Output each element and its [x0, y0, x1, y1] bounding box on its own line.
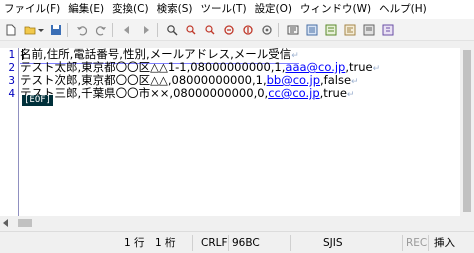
menu-search[interactable]: 検索(S)	[153, 0, 197, 19]
email-link[interactable]: cc@co.jp	[268, 86, 319, 100]
email-link[interactable]: aaa@co.jp	[285, 60, 345, 74]
open-folder-icon[interactable]	[23, 23, 37, 37]
newline-mark-icon: ↵	[346, 90, 355, 100]
newline-mark-icon: ↵	[351, 77, 359, 87]
redo-icon[interactable]	[94, 23, 108, 37]
line-text: テスト次郎,東京都〇〇区△△,08000000000,1,	[20, 73, 267, 87]
horizontal-scroll-thumb[interactable]	[18, 219, 32, 227]
status-divider	[428, 235, 429, 251]
line-number: 1	[8, 48, 15, 61]
undo-icon[interactable]	[75, 23, 89, 37]
line-tail: ,true	[345, 60, 373, 74]
open-dropdown-icon[interactable]	[38, 23, 44, 37]
line-text: テスト三郎,千葉県〇〇市××,08000000000,0,	[20, 86, 269, 100]
help-icon[interactable]	[381, 23, 395, 37]
horizontal-scrollbar[interactable]	[0, 216, 474, 230]
back-icon[interactable]	[120, 23, 134, 37]
menu-settings[interactable]: 設定(O)	[251, 0, 296, 19]
menu-file[interactable]: ファイル(F)	[0, 0, 64, 19]
toolbar-separator	[278, 22, 279, 37]
line-text: テスト太郎,東京都〇〇区△△1-1,08000000000,1,	[20, 60, 286, 74]
menu-edit[interactable]: 編集(E)	[64, 0, 108, 19]
status-divider	[192, 235, 193, 251]
newline-mark-icon: ↵	[372, 64, 381, 74]
menu-window[interactable]: ウィンドウ(W)	[296, 0, 375, 19]
status-divider	[402, 235, 403, 251]
line-number: 4	[8, 87, 15, 100]
toolbar	[0, 19, 474, 41]
new-file-icon[interactable]	[4, 23, 18, 37]
settings-icon[interactable]	[305, 23, 319, 37]
line-number: 2	[8, 61, 15, 74]
search-next-icon[interactable]	[184, 23, 198, 37]
editor-window: ファイル(F) 編集(E) 変換(C) 検索(S) ツール(T) 設定(O) ウ…	[0, 0, 474, 253]
status-divider	[228, 235, 229, 251]
vertical-scroll-thumb[interactable]	[463, 50, 471, 212]
line-number-gutter: 1 2 3 4	[0, 48, 17, 216]
menu-help[interactable]: ヘルプ(H)	[375, 0, 431, 19]
ruler	[0, 41, 474, 48]
email-link[interactable]: bb@co.jp	[267, 73, 320, 87]
status-line: 1 行	[124, 237, 145, 249]
toolbar-separator	[67, 22, 68, 37]
outline-icon[interactable]	[286, 23, 300, 37]
status-encoding[interactable]: SJIS	[323, 232, 343, 253]
grep-icon[interactable]	[241, 23, 255, 37]
line-tail: ,false	[320, 73, 352, 87]
search-icon[interactable]	[165, 23, 179, 37]
search-prev-icon[interactable]	[203, 23, 217, 37]
menu-bar: ファイル(F) 編集(E) 変換(C) 検索(S) ツール(T) 設定(O) ウ…	[0, 0, 474, 19]
vertical-scrollbar[interactable]	[460, 48, 474, 216]
menu-tools[interactable]: ツール(T)	[196, 0, 250, 19]
gutter-divider	[18, 48, 19, 216]
line-number: 3	[8, 74, 15, 87]
toolbar-separator	[157, 22, 158, 37]
status-divider	[290, 235, 291, 251]
line-tail: ,true	[319, 86, 347, 100]
text-line[interactable]: テスト三郎,千葉県〇〇市××,08000000000,0,cc@co.jp,tr…	[20, 87, 354, 102]
toolbar-separator	[112, 22, 113, 37]
text-area[interactable]: 名前,住所,電話番号,性別,メールアドレス,メール受信↵ テスト太郎,東京都〇〇…	[20, 48, 460, 216]
scroll-left-icon[interactable]	[3, 219, 8, 227]
status-newline[interactable]: CRLF	[201, 232, 228, 253]
save-icon[interactable]	[49, 23, 63, 37]
common-settings-icon[interactable]	[362, 23, 376, 37]
status-column: 1 桁	[155, 237, 176, 249]
type-settings-icon[interactable]	[343, 23, 357, 37]
editor-area[interactable]: 1 2 3 4 名前,住所,電話番号,性別,メールアドレス,メール受信↵ テスト…	[0, 48, 460, 216]
menu-convert[interactable]: 変換(C)	[108, 0, 153, 19]
font-icon[interactable]	[324, 23, 338, 37]
eof-marker: [EOF]	[22, 95, 54, 106]
status-char-code: 96BC	[232, 237, 260, 249]
replace-icon[interactable]	[222, 23, 236, 37]
compare-icon[interactable]	[260, 23, 274, 37]
status-rec[interactable]: REC	[406, 232, 427, 253]
status-bar: 1 行 1 桁 CRLF 96BC SJIS REC 挿入	[0, 231, 474, 253]
status-insert-mode[interactable]: 挿入	[434, 232, 455, 253]
forward-icon[interactable]	[139, 23, 153, 37]
